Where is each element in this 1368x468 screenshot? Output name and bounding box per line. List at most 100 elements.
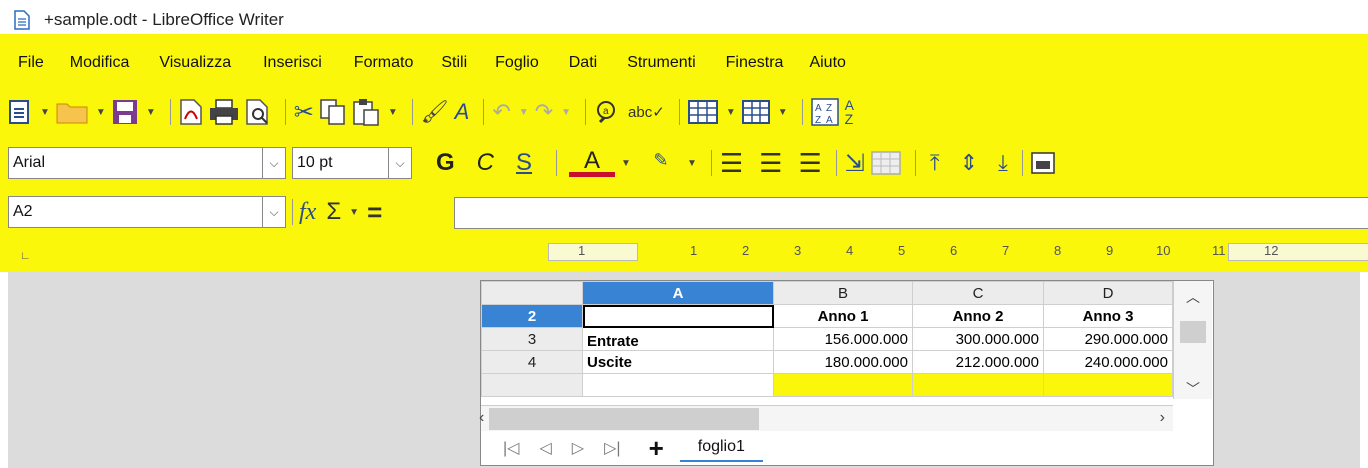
table-columns-icon[interactable] [741,96,770,128]
font-name-combo[interactable]: Arial ⌵ [8,147,286,179]
function-wizard-icon[interactable]: fx [299,199,316,226]
scroll-up-icon[interactable]: ︿ [1186,287,1200,307]
sort-icon[interactable]: AZZA [810,96,839,128]
chevron-down-icon[interactable]: ▼ [561,107,571,118]
cell-a2[interactable] [582,304,774,328]
print-preview-icon[interactable] [245,96,271,128]
italic-button[interactable]: C [477,149,494,177]
ruler[interactable]: 1 1 2 3 4 5 6 7 8 9 10 11 12 [548,243,1368,261]
chevron-down-icon[interactable]: ▼ [621,158,631,169]
new-icon[interactable] [8,96,32,128]
column-header-a[interactable]: A [582,281,774,305]
cell-a4[interactable]: Uscite [582,350,774,374]
add-sheet-icon[interactable]: + [649,433,664,464]
align-bottom-icon[interactable]: ⤓ [998,147,1008,179]
name-box[interactable]: A2 ⌵ [8,196,286,228]
chevron-down-icon[interactable]: ▼ [349,207,359,218]
chevron-down-icon[interactable]: ⌵ [262,197,285,227]
menu-file[interactable]: File [8,54,44,80]
embedded-spreadsheet[interactable]: A B C D 2 Anno 1 Anno 2 Anno 3 3 Entrate… [479,280,1214,466]
tab-stop-marker[interactable]: ∟ [20,250,31,262]
cell-b2[interactable]: Anno 1 [773,304,913,328]
next-sheet-icon[interactable]: ▷ [572,438,584,458]
chevron-down-icon[interactable]: ⌵ [388,148,411,178]
redo-icon[interactable]: ↷ [535,96,553,128]
row-header[interactable]: 2 [481,304,583,328]
scroll-down-icon[interactable]: ﹀ [1186,379,1200,399]
align-left-icon[interactable]: ☰ [720,147,743,179]
cell-d4[interactable]: 240.000.000 [1043,350,1173,374]
menu-inserisci[interactable]: Inserisci [231,54,322,80]
cell-format-icon[interactable] [1031,147,1055,179]
underline-button[interactable]: S [516,149,532,177]
cell-c3[interactable]: 300.000.000 [912,327,1044,351]
prev-sheet-icon[interactable]: ◁ [539,438,551,458]
formula-input[interactable] [454,197,1368,229]
print-icon[interactable] [209,96,239,128]
chevron-down-icon[interactable]: ▼ [40,107,50,118]
save-icon[interactable] [112,96,138,128]
chevron-down-icon[interactable]: ▼ [388,107,398,118]
align-vcenter-icon[interactable]: ⇕ [960,147,978,179]
cut-icon[interactable]: ✂ [294,96,314,128]
menu-visualizza[interactable]: Visualizza [129,54,231,80]
vertical-scrollbar[interactable]: ︿ ﹀ [1173,281,1212,399]
horizontal-scrollbar[interactable]: ‹ › [479,405,1173,432]
undo-icon[interactable]: ↶ [492,96,510,128]
cell-a3[interactable]: Entrate [582,327,774,351]
cell-b4[interactable]: 180.000.000 [773,350,913,374]
copy-icon[interactable] [320,96,346,128]
font-color-button[interactable]: A [569,148,616,177]
cell-c2[interactable]: Anno 2 [912,304,1044,328]
table-icon[interactable] [687,96,718,128]
sum-icon[interactable]: Σ [326,198,341,226]
scroll-left-icon[interactable]: ‹ [479,409,484,427]
align-right-icon[interactable]: ☰ [798,147,821,179]
cell-d2[interactable]: Anno 3 [1043,304,1173,328]
chevron-down-icon[interactable]: ▼ [146,107,156,118]
paste-icon[interactable] [352,96,380,128]
column-header-d[interactable]: D [1043,281,1173,305]
scroll-right-icon[interactable]: › [1160,409,1165,427]
sheet-tab-foglio1[interactable]: foglio1 [679,434,763,462]
align-center-icon[interactable]: ☰ [759,147,782,179]
clear-format-icon[interactable]: A [455,96,470,128]
highlight-color-button[interactable]: ✎ [640,150,681,176]
spreadsheet-grid[interactable]: A B C D 2 Anno 1 Anno 2 Anno 3 3 Entrate… [481,281,1173,397]
menu-formato[interactable]: Formato [322,54,414,80]
font-size-combo[interactable]: 10 pt ⌵ [292,147,412,179]
cell-d3[interactable]: 290.000.000 [1043,327,1173,351]
first-sheet-icon[interactable]: |◁ [503,438,519,458]
bold-button[interactable]: G [436,149,455,177]
cell-b3[interactable]: 156.000.000 [773,327,913,351]
cell-c4[interactable]: 212.000.000 [912,350,1044,374]
wrap-text-icon[interactable]: ⇲ [845,147,865,179]
menu-finestra[interactable]: Finestra [696,54,784,80]
corner-cell[interactable] [481,281,583,305]
chevron-down-icon[interactable]: ▼ [687,158,697,169]
menu-modifica[interactable]: Modifica [44,54,130,80]
sort-ascending-icon[interactable]: AZ [845,96,854,128]
row-header[interactable] [481,373,583,397]
chevron-down-icon[interactable]: ▼ [778,107,788,118]
menu-foglio[interactable]: Foglio [467,54,539,80]
menu-stili[interactable]: Stili [413,54,467,80]
scroll-thumb[interactable] [489,408,759,430]
row-header[interactable]: 3 [481,327,583,351]
row-header[interactable]: 4 [481,350,583,374]
chevron-down-icon[interactable]: ▼ [726,107,736,118]
cell-c5[interactable] [912,373,1044,397]
align-top-icon[interactable]: ⤒ [930,147,940,179]
chevron-down-icon[interactable]: ▼ [96,107,106,118]
cell-d5[interactable] [1043,373,1173,397]
menu-strumenti[interactable]: Strumenti [597,54,695,80]
chevron-down-icon[interactable]: ⌵ [262,148,285,178]
export-pdf-icon[interactable] [179,96,203,128]
menu-dati[interactable]: Dati [539,54,597,80]
cell-a5[interactable] [582,373,774,397]
cell-b5[interactable] [773,373,913,397]
last-sheet-icon[interactable]: ▷| [604,438,620,458]
merge-cells-icon[interactable] [871,147,901,179]
menu-aiuto[interactable]: Aiuto [783,54,845,80]
spellcheck-icon[interactable]: abc✓ [628,96,665,128]
